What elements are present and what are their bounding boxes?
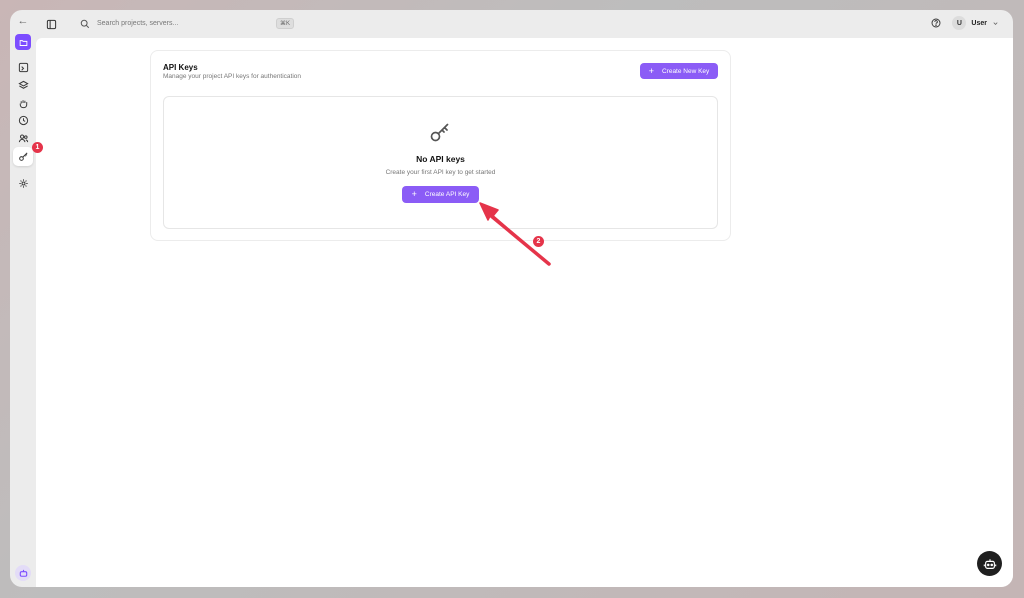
plus-icon: + bbox=[411, 189, 417, 199]
create-new-key-label: Create New Key bbox=[661, 67, 710, 75]
create-api-key-button[interactable]: + Create API Key bbox=[402, 186, 479, 203]
app-window: ← Search projects, servers... ⌘K U User … bbox=[10, 10, 1013, 587]
settings-icon[interactable] bbox=[14, 175, 32, 191]
sidebar-toggle-icon[interactable] bbox=[44, 17, 58, 31]
terminal-icon[interactable] bbox=[14, 59, 32, 75]
empty-state: No API keys Create your first API key to… bbox=[163, 96, 718, 229]
robot-icon bbox=[983, 558, 996, 569]
create-new-key-button[interactable]: + Create New Key bbox=[640, 63, 718, 79]
back-icon[interactable]: ← bbox=[14, 13, 32, 29]
key-icon[interactable] bbox=[13, 147, 33, 166]
users-icon[interactable] bbox=[14, 130, 32, 146]
user-menu[interactable]: U User bbox=[952, 15, 999, 31]
step-badge-2: 2 bbox=[533, 236, 544, 247]
topbar: Search projects, servers... ⌘K U User bbox=[36, 10, 1013, 38]
create-api-key-label: Create API Key bbox=[424, 191, 470, 198]
assistant-icon[interactable] bbox=[15, 565, 31, 581]
help-icon[interactable] bbox=[931, 18, 941, 28]
search-placeholder: Search projects, servers... bbox=[97, 20, 179, 27]
search-input[interactable]: Search projects, servers... ⌘K bbox=[76, 15, 296, 32]
step-badge-1: 1 bbox=[32, 142, 43, 153]
avatar: U bbox=[952, 16, 967, 30]
user-name: User bbox=[971, 19, 987, 27]
chevron-down-icon bbox=[993, 21, 998, 25]
page-subtitle: Manage your project API keys for authent… bbox=[163, 73, 302, 80]
clock-icon[interactable] bbox=[14, 112, 32, 128]
layers-icon[interactable] bbox=[14, 77, 32, 93]
chat-bot-button[interactable] bbox=[977, 551, 1002, 576]
empty-state-subtitle: Create your first API key to get started bbox=[385, 169, 496, 176]
key-icon bbox=[430, 123, 449, 142]
icon-rail: ← bbox=[10, 10, 36, 587]
api-keys-card: API Keys Manage your project API keys fo… bbox=[150, 50, 731, 241]
hand-icon[interactable] bbox=[14, 95, 32, 111]
empty-state-title: No API keys bbox=[416, 154, 465, 164]
page-title: API Keys bbox=[163, 63, 198, 72]
search-shortcut: ⌘K bbox=[275, 18, 294, 29]
search-icon bbox=[80, 19, 90, 28]
main-content: API Keys Manage your project API keys fo… bbox=[36, 38, 1013, 587]
project-icon[interactable] bbox=[15, 34, 31, 50]
plus-icon: + bbox=[648, 65, 654, 76]
